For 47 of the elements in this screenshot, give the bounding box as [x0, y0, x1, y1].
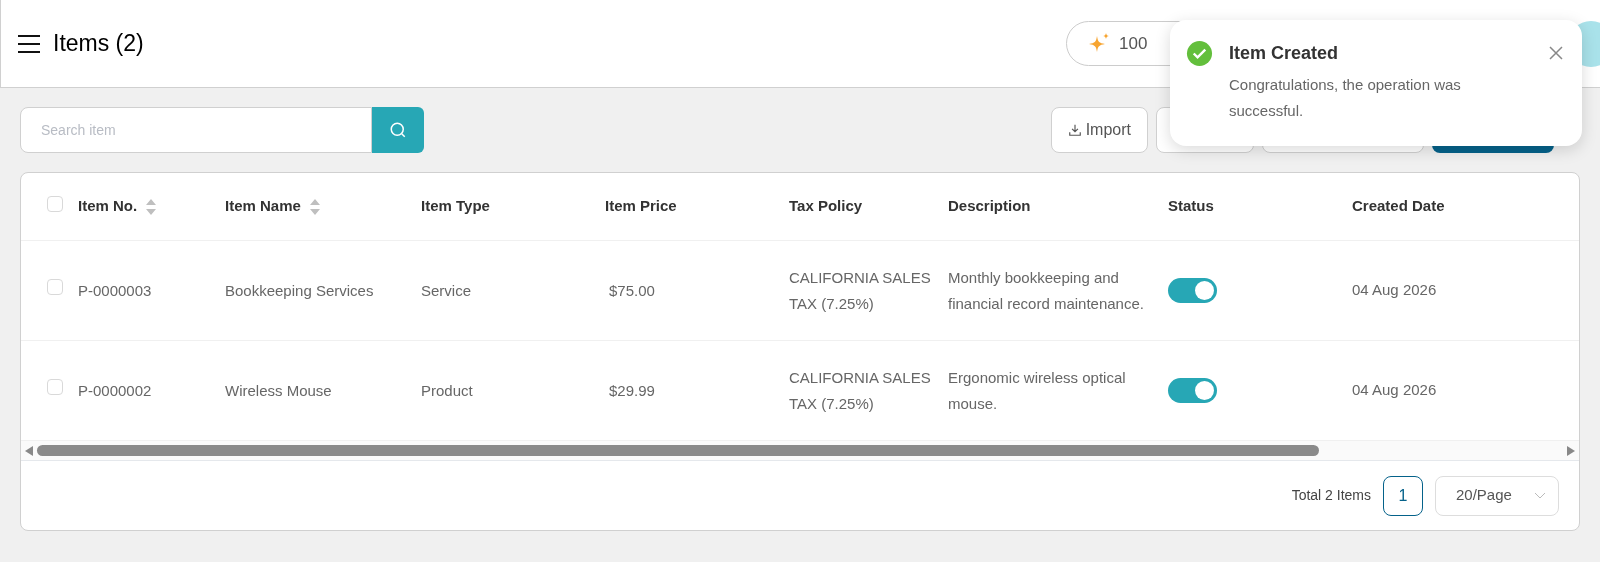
credits-count: 100	[1119, 32, 1148, 55]
menu-icon[interactable]	[17, 33, 41, 54]
checkbox[interactable]	[47, 279, 63, 296]
table-cell-text: CALIFORNIA SALES TAX (7.25%)	[789, 367, 932, 414]
checkbox[interactable]	[47, 379, 63, 396]
status-toggle[interactable]	[1168, 378, 1217, 403]
column-header: Item No.	[78, 196, 138, 217]
table-cell-text: P-0000002	[78, 380, 152, 401]
column-header: Item Price	[605, 196, 677, 217]
table-cell-text: Ergonomic wireless optical mouse.	[948, 367, 1127, 414]
column-header: Tax Policy	[789, 196, 863, 217]
page-button[interactable]: 1	[1383, 475, 1423, 516]
checkbox[interactable]	[47, 195, 63, 212]
horizontal-scrollbar[interactable]	[21, 441, 1579, 461]
column-header: Item Type	[421, 196, 490, 217]
table-cell-text: $29.99	[609, 380, 655, 401]
table-cell-text: Wireless Mouse	[225, 380, 332, 401]
scroll-right-icon[interactable]	[1567, 445, 1575, 456]
search-field[interactable]: Search item	[20, 107, 372, 153]
table-cell-text: $75.00	[609, 280, 655, 301]
search-icon	[389, 121, 407, 139]
table-cell-text: P-0000003	[78, 280, 152, 301]
page-size-select[interactable]: 20/Page	[1435, 475, 1559, 516]
column-header: Status	[1168, 196, 1214, 217]
status-toggle[interactable]	[1168, 278, 1217, 303]
column-header: Description	[948, 196, 1031, 217]
table-cell-text: CALIFORNIA SALES TAX (7.25%)	[789, 267, 932, 314]
column-header: Created Date	[1352, 196, 1445, 217]
chevron-down-icon	[1534, 491, 1546, 500]
sort-icon[interactable]	[308, 197, 321, 216]
toast-title: Item Created	[1229, 42, 1340, 65]
table-cell-text: Product	[421, 380, 473, 401]
import-button[interactable]: Import	[1050, 107, 1148, 153]
sort-icon[interactable]	[145, 197, 158, 216]
table-cell-text: Bookkeeping Services	[225, 280, 374, 301]
table-cell-text: Monthly bookkeeping and financial record maintenance.	[948, 267, 1145, 314]
total-count: Total 2 Items	[1291, 486, 1371, 505]
search-button[interactable]	[372, 107, 424, 153]
column-header: Item Name	[225, 196, 301, 217]
toast-message: Congratulations, the operation was successful.	[1229, 75, 1462, 121]
table-cell-text: Service	[421, 280, 472, 301]
table-cell: 04 Aug 2026	[1352, 281, 1437, 299]
scroll-left-icon[interactable]	[25, 445, 33, 456]
download-icon	[1067, 123, 1082, 137]
success-icon	[1186, 40, 1213, 67]
page-title: Items (2)	[53, 29, 144, 59]
table-cell: 04 Aug 2026	[1352, 381, 1437, 399]
